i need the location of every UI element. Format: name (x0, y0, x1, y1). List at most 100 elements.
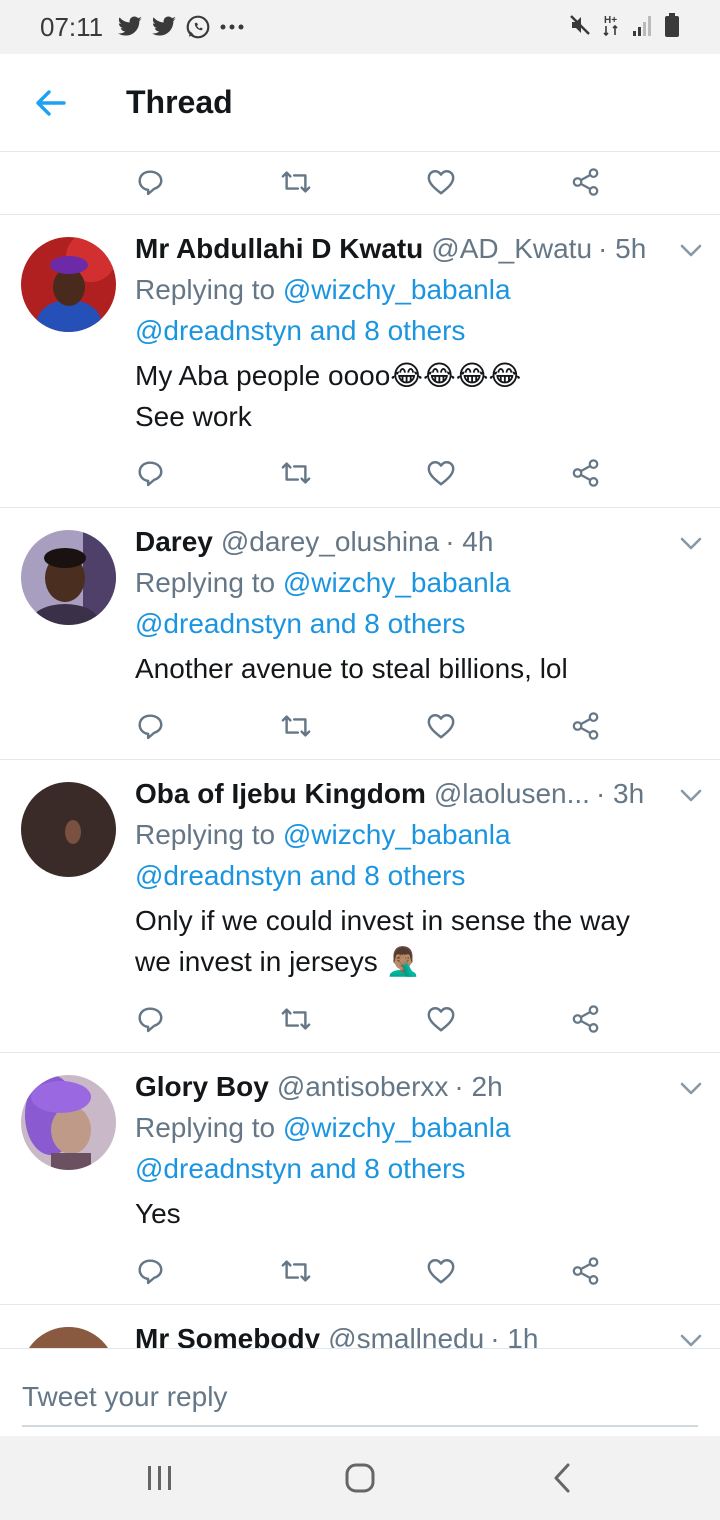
user-name[interactable]: Mr Abdullahi D Kwatu (135, 229, 423, 269)
replying-to: Replying to @wizchy_babanla (135, 819, 511, 850)
tweet-text: Another avenue to steal billions, lol (135, 653, 568, 684)
avatar[interactable] (21, 1075, 116, 1170)
share-button[interactable] (556, 443, 616, 503)
reply-icon (135, 711, 165, 741)
tweet-actions (0, 443, 720, 503)
share-icon (571, 1256, 601, 1286)
share-icon (571, 711, 601, 741)
tweet[interactable]: Mr Abdullahi D Kwatu @AD_Kwatu · 5h Repl… (0, 215, 720, 507)
mention-link[interactable]: @wizchy_babanla (283, 1112, 511, 1143)
mention-link[interactable]: @wizchy_babanla (283, 819, 511, 850)
more-notifications-icon (220, 24, 244, 30)
avatar[interactable] (21, 530, 116, 625)
reply-icon (135, 167, 165, 197)
mentions-link[interactable]: @dreadnstyn and 8 others (135, 310, 675, 351)
retweet-icon (279, 458, 313, 488)
home-icon (345, 1463, 375, 1493)
replying-to: Replying to @wizchy_babanla (135, 567, 511, 598)
like-button[interactable] (411, 443, 471, 503)
heart-icon (426, 1004, 456, 1034)
reply-icon (135, 1004, 165, 1034)
tweet-actions (0, 696, 720, 756)
avatar[interactable] (21, 782, 116, 877)
battery-icon (665, 13, 679, 37)
mention-link[interactable]: @wizchy_babanla (283, 567, 511, 598)
tweet-text: Yes (135, 1198, 181, 1229)
tweet[interactable]: Darey @darey_olushina · 4h Replying to @… (0, 508, 720, 759)
tweet-actions (0, 1241, 720, 1301)
mentions-link[interactable]: @dreadnstyn and 8 others (135, 1148, 675, 1189)
user-handle[interactable]: @smallnedu (328, 1319, 484, 1348)
share-button[interactable] (556, 989, 616, 1049)
avatar[interactable] (21, 237, 116, 332)
chevron-down-icon[interactable] (676, 241, 706, 261)
user-handle[interactable]: @darey_olushina (221, 522, 439, 562)
avatar[interactable] (21, 1327, 116, 1348)
tweet-actions (0, 989, 720, 1049)
retweet-button[interactable] (266, 696, 326, 756)
like-button[interactable] (411, 152, 471, 212)
home-button[interactable] (330, 1448, 390, 1508)
share-icon (571, 458, 601, 488)
reply-button[interactable] (120, 989, 180, 1049)
share-icon (571, 167, 601, 197)
like-button[interactable] (411, 989, 471, 1049)
back-button[interactable] (20, 73, 80, 133)
tweet-time: · 4h (445, 526, 494, 557)
chevron-down-icon[interactable] (676, 786, 706, 806)
user-handle[interactable]: @laolusen... (434, 774, 590, 814)
retweet-button[interactable] (266, 152, 326, 212)
thread-header: Thread (0, 54, 720, 152)
tweet-text: Only if we could invest in sense the way… (135, 905, 630, 977)
mentions-link[interactable]: @dreadnstyn and 8 others (135, 855, 675, 896)
hplus-data-icon: H+ (603, 15, 618, 37)
arrow-left-icon (36, 89, 66, 116)
share-button[interactable] (556, 696, 616, 756)
twitter-notification-icon (152, 16, 177, 36)
system-back-button[interactable] (532, 1448, 592, 1508)
tweet-time: · 3h (595, 778, 645, 809)
like-button[interactable] (411, 696, 471, 756)
user-name[interactable]: Darey (135, 522, 213, 562)
chevron-down-icon[interactable] (676, 534, 706, 554)
tweet[interactable]: Glory Boy @antisoberxx · 2h Replying to … (0, 1053, 720, 1304)
page-title: Thread (126, 84, 233, 120)
like-button[interactable] (411, 1241, 471, 1301)
retweet-button[interactable] (266, 1241, 326, 1301)
reply-input[interactable] (22, 1369, 698, 1427)
thread-feed: Mr Abdullahi D Kwatu @AD_Kwatu · 5h Repl… (0, 152, 720, 1348)
retweet-button[interactable] (266, 989, 326, 1049)
share-button[interactable] (556, 152, 616, 212)
mentions-link[interactable]: @dreadnstyn and 8 others (135, 603, 675, 644)
status-time: 07:11 (40, 11, 104, 42)
reply-button[interactable] (120, 443, 180, 503)
reply-icon (135, 1256, 165, 1286)
share-icon (571, 1004, 601, 1034)
twitter-notification-icon (118, 16, 143, 36)
recent-apps-icon (148, 1466, 171, 1490)
tweet[interactable]: Oba of Ijebu Kingdom @laolusen... · 3h R… (0, 760, 720, 1052)
recent-apps-button[interactable] (130, 1448, 190, 1508)
user-handle[interactable]: @AD_Kwatu (431, 229, 592, 269)
reply-button[interactable] (120, 152, 180, 212)
chevron-down-icon[interactable] (676, 1079, 706, 1099)
reply-button[interactable] (120, 1241, 180, 1301)
reply-button[interactable] (120, 696, 180, 756)
tweet[interactable]: Mr Somebody @smallnedu · 1h (0, 1305, 720, 1348)
user-handle[interactable]: @antisoberxx (277, 1067, 449, 1107)
share-button[interactable] (556, 1241, 616, 1301)
user-name[interactable]: Oba of Ijebu Kingdom (135, 774, 426, 814)
reply-icon (135, 458, 165, 488)
user-name[interactable]: Glory Boy (135, 1067, 269, 1107)
retweet-button[interactable] (266, 443, 326, 503)
heart-icon (426, 711, 456, 741)
user-name[interactable]: Mr Somebody (135, 1319, 320, 1348)
tweet-time: · 2h (454, 1071, 503, 1102)
chevron-left-icon (554, 1463, 570, 1493)
retweet-icon (279, 1256, 313, 1286)
system-nav-bar (0, 1436, 720, 1520)
chevron-down-icon[interactable] (676, 1331, 706, 1348)
whatsapp-notification-icon (186, 15, 210, 39)
tweet-actions (0, 152, 720, 212)
mention-link[interactable]: @wizchy_babanla (283, 274, 511, 305)
